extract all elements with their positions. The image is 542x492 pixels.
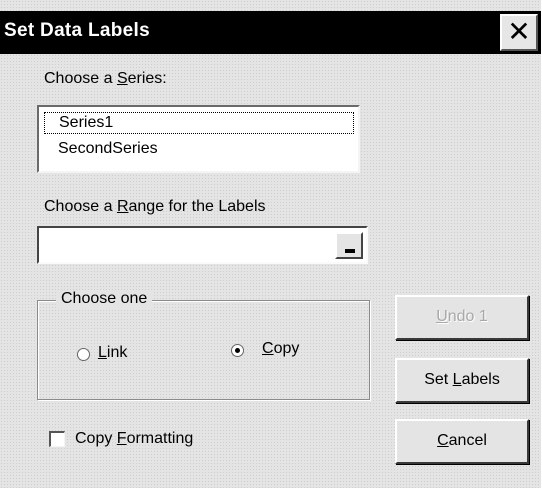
range-input[interactable]: [37, 226, 368, 264]
close-icon: ✕: [507, 15, 531, 48]
link-radio-label: Link: [98, 344, 128, 361]
choose-one-group: Choose one Link Copy: [37, 290, 370, 400]
set-labels-button[interactable]: Set Labels: [395, 358, 529, 403]
copy-formatting-checkbox[interactable]: [49, 431, 65, 447]
undo-button[interactable]: Undo 1: [395, 295, 529, 340]
cancel-button[interactable]: Cancel: [395, 419, 529, 464]
close-button[interactable]: ✕: [500, 14, 538, 51]
copy-radio-label: Copy: [262, 340, 300, 357]
list-item[interactable]: SecondSeries: [44, 138, 354, 160]
copy-formatting-label: Copy Formatting: [75, 430, 194, 447]
radio-selected-icon: [231, 344, 244, 357]
dialog-title: Set Data Labels: [4, 20, 150, 41]
radio-icon: [77, 348, 90, 361]
set-data-labels-dialog: Set Data Labels ✕ Choose a Series: Serie…: [0, 0, 541, 488]
collapse-dialog-button[interactable]: [335, 232, 363, 259]
series-listbox[interactable]: Series1 SecondSeries: [37, 105, 360, 173]
collapse-icon: [345, 249, 355, 253]
series-label: Choose a Series:: [44, 70, 167, 87]
link-radio[interactable]: Link: [77, 344, 167, 366]
copy-radio[interactable]: Copy: [231, 340, 331, 362]
title-bar[interactable]: Set Data Labels ✕: [0, 11, 541, 54]
range-label: Choose a Range for the Labels: [44, 198, 266, 215]
group-legend: Choose one: [56, 290, 153, 308]
list-item[interactable]: Series1: [44, 112, 354, 134]
